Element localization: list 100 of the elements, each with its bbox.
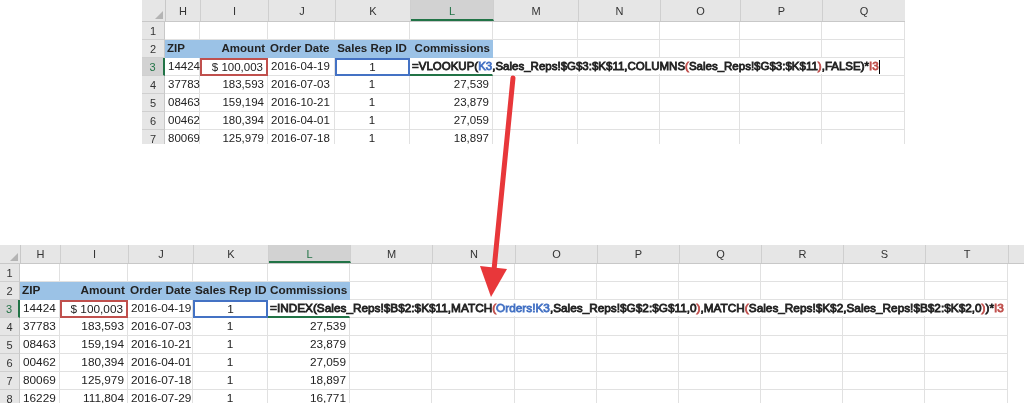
formula-text[interactable]: =VLOOKUP(K3,Sales_Reps!$G$3:$K$11,COLUMNS(Sales_Reps!$G$3:$K$11),FALSE)*I3	[412, 58, 882, 74]
row-number[interactable]: 8	[0, 390, 20, 403]
table-cell: 180,394	[200, 112, 268, 130]
table-cell: 1	[335, 112, 410, 130]
table-cell: $ 100,003	[200, 58, 268, 76]
table-cell: 1	[335, 58, 410, 76]
column-header[interactable]: R	[762, 245, 844, 263]
table-cell: 37783	[20, 318, 60, 336]
header-cell: ZIP	[20, 282, 60, 300]
table-cell: 1	[193, 372, 268, 390]
header-cell: ZIP	[165, 40, 200, 58]
table-cell: 159,194	[60, 336, 128, 354]
table-cell: 180,394	[60, 354, 128, 372]
formula-text[interactable]: =INDEX(Sales_Reps!$B$2:$K$11,MATCH(Orders!K3,Sales_Reps!$G$2:$G$11,0),MATCH(Sales_Reps!$K$2,Sales_Reps!$B$2:$K$2,0))*I3	[270, 300, 1006, 316]
column-header[interactable]: H	[166, 0, 201, 21]
column-header[interactable]: P	[741, 0, 823, 21]
header-cell: Amount	[200, 40, 268, 58]
column-header[interactable]: N	[433, 245, 516, 263]
table-cell: 2016-04-01	[268, 112, 335, 130]
column-header[interactable]: Q	[823, 0, 905, 21]
row-number[interactable]: 3	[142, 58, 165, 76]
table-cell: 23,879	[410, 94, 493, 112]
row-number[interactable]: 5	[142, 94, 165, 112]
column-header[interactable]: L	[411, 0, 494, 21]
column-header[interactable]: J	[129, 245, 194, 263]
table-cell: 2016-07-03	[268, 76, 335, 94]
text-cursor	[878, 59, 880, 74]
column-header[interactable]: L	[269, 245, 351, 263]
table-cell: 00462	[165, 112, 200, 130]
row-number[interactable]: 4	[0, 318, 20, 336]
row-number[interactable]: 1	[0, 264, 20, 282]
table-cell: 1	[193, 354, 268, 372]
table-cell: 1	[335, 94, 410, 112]
table-cell: 183,593	[200, 76, 268, 94]
table-cell: 80069	[20, 372, 60, 390]
table-cell: 08463	[20, 336, 60, 354]
header-cell: Amount	[60, 282, 128, 300]
table-cell: 2016-07-03	[128, 318, 193, 336]
column-header[interactable]: P	[598, 245, 680, 263]
table-cell: 125,979	[60, 372, 128, 390]
table-cell: 2016-04-19	[268, 58, 335, 76]
header-cell: Sales Rep ID	[335, 40, 410, 58]
table-cell: 18,897	[268, 372, 350, 390]
table-cell: 16,771	[268, 390, 350, 403]
column-header[interactable]: Q	[680, 245, 762, 263]
column-header[interactable]: N	[579, 0, 661, 21]
table-cell: 183,593	[60, 318, 128, 336]
table-cell: 2016-10-21	[128, 336, 193, 354]
table-cell: 37783	[165, 76, 200, 94]
table-cell: 16229	[20, 390, 60, 403]
table-cell: 27,059	[410, 112, 493, 130]
table-cell: 159,194	[200, 94, 268, 112]
header-cell: Commissions	[410, 40, 493, 58]
table-cell: 27,059	[268, 354, 350, 372]
table-cell: 2016-10-21	[268, 94, 335, 112]
row-number[interactable]: 5	[0, 336, 20, 354]
table-cell: 2016-07-29	[128, 390, 193, 403]
header-cell: Order Date	[128, 282, 193, 300]
header-cell: Sales Rep ID	[193, 282, 268, 300]
table-cell: 08463	[165, 94, 200, 112]
row-number[interactable]: 4	[142, 76, 165, 94]
table-cell: 125,979	[200, 130, 268, 144]
row-number[interactable]: 7	[142, 130, 165, 144]
table-cell: $ 100,003	[60, 300, 128, 318]
row-number[interactable]: 6	[0, 354, 20, 372]
header-cell: Commissions	[268, 282, 350, 300]
row-number[interactable]: 2	[142, 40, 165, 58]
row-number[interactable]: 6	[142, 112, 165, 130]
table-cell: 2016-07-18	[268, 130, 335, 144]
table-cell: 80069	[165, 130, 200, 144]
row-number[interactable]: 7	[0, 372, 20, 390]
table-cell: 1	[193, 336, 268, 354]
table-cell: 1	[335, 130, 410, 144]
table-cell: 27,539	[268, 318, 350, 336]
row-number[interactable]: 3	[0, 300, 20, 318]
table-cell: 1	[193, 390, 268, 403]
table-cell: 2016-04-01	[128, 354, 193, 372]
table-cell: 14424	[165, 58, 200, 76]
column-header[interactable]: M	[494, 0, 579, 21]
column-header[interactable]: S	[844, 245, 926, 263]
table-cell: 23,879	[268, 336, 350, 354]
table-cell: 14424	[20, 300, 60, 318]
column-header[interactable]: H	[21, 245, 61, 263]
header-cell: Order Date	[268, 40, 335, 58]
table-cell: 27,539	[410, 76, 493, 94]
table-cell: 2016-07-18	[128, 372, 193, 390]
table-cell: 1	[335, 76, 410, 94]
column-header[interactable]: J	[269, 0, 336, 21]
row-number[interactable]: 1	[142, 22, 165, 40]
column-header[interactable]: O	[516, 245, 598, 263]
table-cell: 1	[193, 318, 268, 336]
column-header[interactable]: I	[201, 0, 269, 21]
column-header[interactable]: I	[61, 245, 129, 263]
table-cell: 00462	[20, 354, 60, 372]
column-header[interactable]: M	[351, 245, 433, 263]
table-cell: 2016-04-19	[128, 300, 193, 318]
column-header[interactable]: O	[661, 0, 741, 21]
row-number[interactable]: 2	[0, 282, 20, 300]
column-header[interactable]: T	[926, 245, 1009, 263]
table-cell: 18,897	[410, 130, 493, 144]
